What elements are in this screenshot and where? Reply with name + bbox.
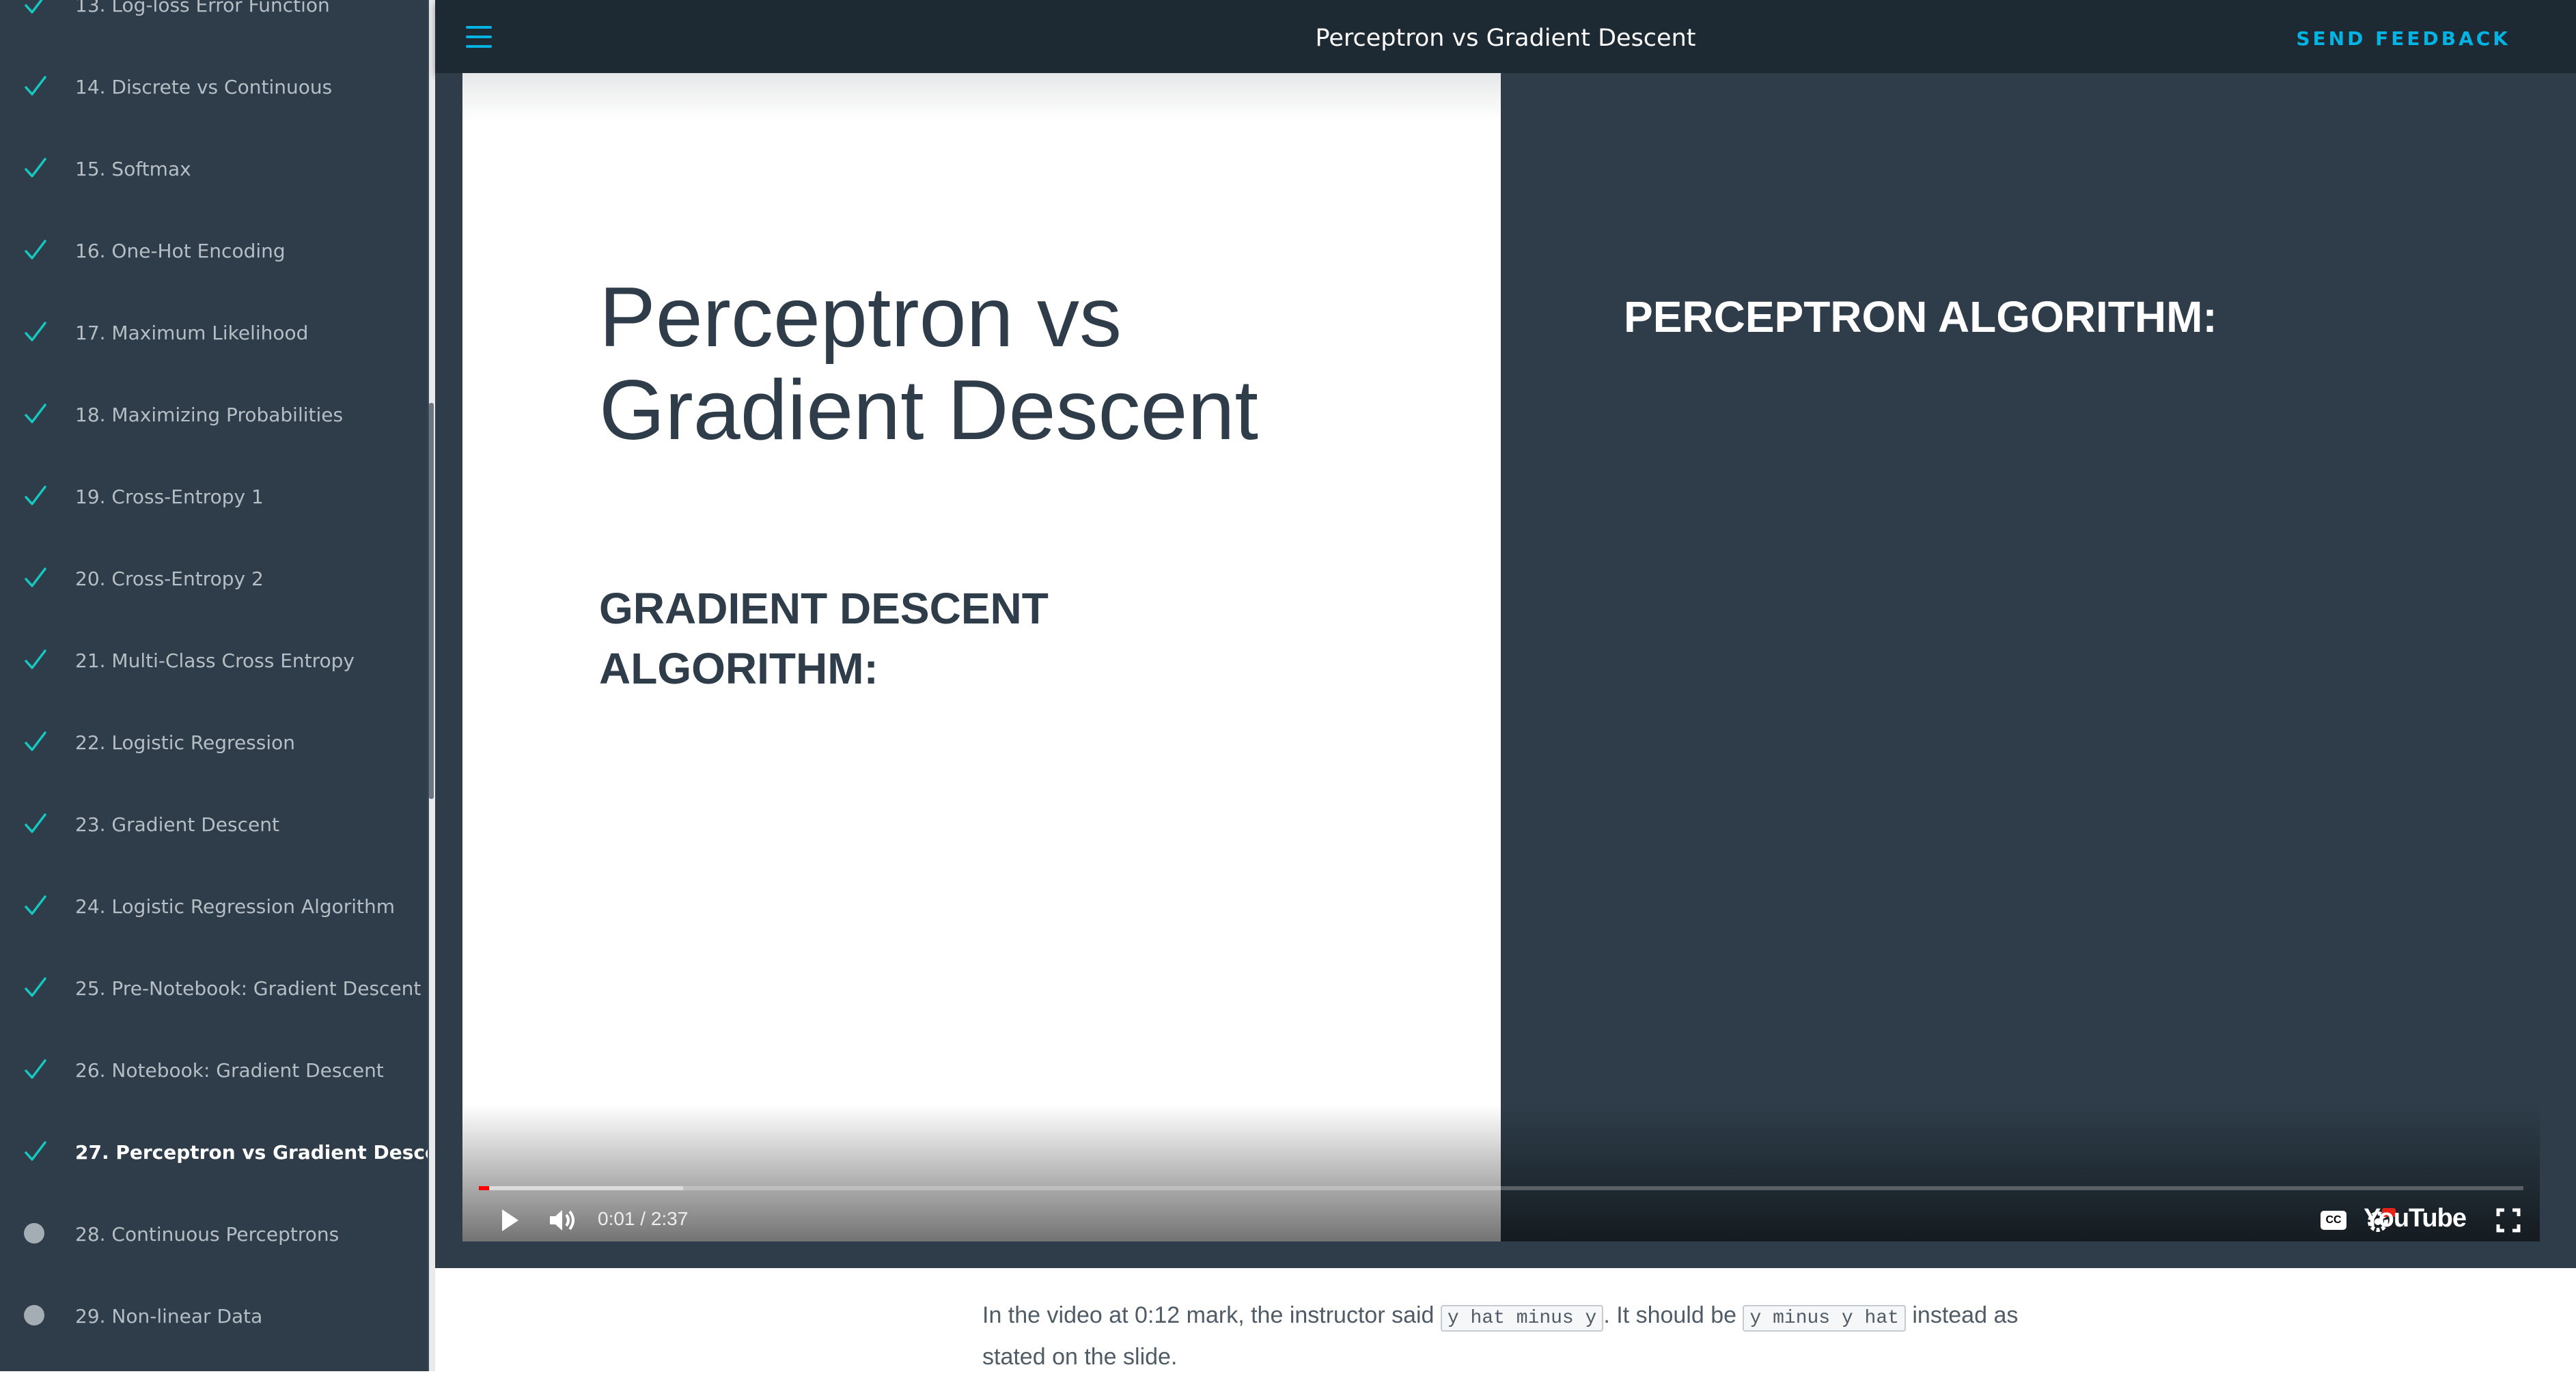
sidebar-item-label: 22. Logistic Regression [75, 731, 296, 754]
sidebar-item-label: 15. Softmax [75, 157, 191, 180]
checkmark-icon [0, 210, 75, 292]
code-snippet-correct: y minus y hat [1743, 1305, 1906, 1332]
player-controls-shade [462, 1105, 2540, 1241]
sidebar-item[interactable]: 22. Logistic Regression [0, 701, 428, 783]
sidebar-item-label: 14. Discrete vs Continuous [75, 75, 333, 98]
progress-played [479, 1186, 489, 1190]
sidebar-item[interactable]: 25. Pre-Notebook: Gradient Descent [0, 947, 428, 1029]
code-snippet-wrong: y hat minus y [1440, 1305, 1604, 1332]
sidebar-item-label: 26. Notebook: Gradient Descent [75, 1058, 384, 1082]
sidebar-item-label: 18. Maximizing Probabilities [75, 403, 344, 426]
checkmark-icon [0, 619, 75, 701]
checkmark-icon [0, 537, 75, 619]
slide-gradient-descent-heading: GRADIENT DESCENT ALGORITHM: [599, 584, 1049, 693]
checkmark-icon [0, 128, 75, 210]
sidebar-item[interactable]: 17. Maximum Likelihood [0, 292, 428, 374]
captions-icon[interactable]: CC [2321, 1198, 2346, 1241]
sidebar-item-label: 20. Cross-Entropy 2 [75, 567, 264, 590]
sidebar-item-label: 24. Logistic Regression Algorithm [75, 895, 396, 918]
checkmark-icon [0, 1111, 75, 1193]
sidebar-item[interactable]: 15. Softmax [0, 128, 428, 210]
sidebar-item[interactable]: 28. Continuous Perceptrons [0, 1193, 428, 1275]
checkmark-icon [0, 374, 75, 455]
lesson-sidebar: 13. Log-loss Error Function 14. Discrete … [0, 0, 429, 1371]
checkmark-icon [0, 0, 75, 46]
video-container: Perceptron vs Gradient Descent GRADIENT … [435, 73, 2576, 1268]
checkmark-icon [0, 865, 75, 947]
sidebar-item-label: 21. Multi-Class Cross Entropy [75, 649, 355, 672]
page-title: Perceptron vs Gradient Descent [1315, 25, 1696, 52]
checkmark-icon [0, 292, 75, 374]
sidebar-item[interactable]: 29. Non-linear Data [0, 1275, 428, 1357]
sidebar-item[interactable]: 23. Gradient Descent [0, 783, 428, 865]
volume-icon[interactable] [547, 1198, 579, 1241]
sidebar-scrollbar-thumb[interactable] [429, 403, 434, 799]
play-icon[interactable] [495, 1198, 523, 1241]
lesson-list: 13. Log-loss Error Function 14. Discrete … [0, 0, 429, 1357]
sidebar-item-label: 28. Continuous Perceptrons [75, 1222, 340, 1246]
sidebar-item-label: 23. Gradient Descent [75, 813, 279, 836]
sidebar-item[interactable]: 16. One-Hot Encoding [0, 210, 428, 292]
sidebar-item-label: 16. One-Hot Encoding [75, 239, 286, 262]
sidebar-item[interactable]: 13. Log-loss Error Function [0, 0, 428, 46]
sidebar-item-label: 27. Perceptron vs Gradient Descent [75, 1140, 429, 1164]
video-progress-bar[interactable] [479, 1186, 2523, 1190]
instructor-note: In the video at 0:12 mark, the instructo… [982, 1302, 2019, 1370]
checkmark-icon [0, 1029, 75, 1111]
video-time: 0:01 / 2:37 [598, 1208, 689, 1229]
fullscreen-icon[interactable] [2496, 1198, 2521, 1241]
slide-title: Perceptron vs Gradient Descent [599, 270, 1258, 458]
checkmark-icon [0, 46, 75, 128]
checkmark-icon [0, 455, 75, 537]
top-bar: Perceptron vs Gradient Descent SEND FEED… [435, 0, 2576, 73]
sidebar-item[interactable]: 26. Notebook: Gradient Descent [0, 1029, 428, 1111]
sidebar-item[interactable]: 21. Multi-Class Cross Entropy [0, 619, 428, 701]
slide-perceptron-heading: PERCEPTRON ALGORITHM: [1624, 292, 2217, 341]
incomplete-dot-icon [0, 1275, 75, 1357]
checkmark-icon [0, 947, 75, 1029]
sidebar-item-label: 29. Non-linear Data [75, 1304, 263, 1328]
video-player[interactable]: Perceptron vs Gradient Descent GRADIENT … [462, 73, 2540, 1241]
sidebar-item-label: 25. Pre-Notebook: Gradient Descent [75, 977, 421, 1000]
sidebar-item[interactable]: 27. Perceptron vs Gradient Descent [0, 1111, 429, 1193]
sidebar-item[interactable]: 18. Maximizing Probabilities [0, 374, 428, 455]
send-feedback-button[interactable]: SEND FEEDBACK [2296, 27, 2510, 50]
sidebar-item[interactable]: 24. Logistic Regression Algorithm [0, 865, 428, 947]
progress-loaded [479, 1186, 684, 1190]
sidebar-item-label: 19. Cross-Entropy 1 [75, 485, 264, 508]
incomplete-dot-icon [0, 1193, 75, 1275]
youtube-logo[interactable]: YouTube [2364, 1204, 2467, 1233]
sidebar-item[interactable]: 20. Cross-Entropy 2 [0, 537, 428, 619]
sidebar-item-label: 13. Log-loss Error Function [75, 0, 330, 16]
checkmark-icon [0, 783, 75, 865]
sidebar-item[interactable]: 19. Cross-Entropy 1 [0, 455, 428, 537]
sidebar-item[interactable]: 14. Discrete vs Continuous [0, 46, 428, 128]
sidebar-item-label: 17. Maximum Likelihood [75, 321, 309, 344]
checkmark-icon [0, 701, 75, 783]
